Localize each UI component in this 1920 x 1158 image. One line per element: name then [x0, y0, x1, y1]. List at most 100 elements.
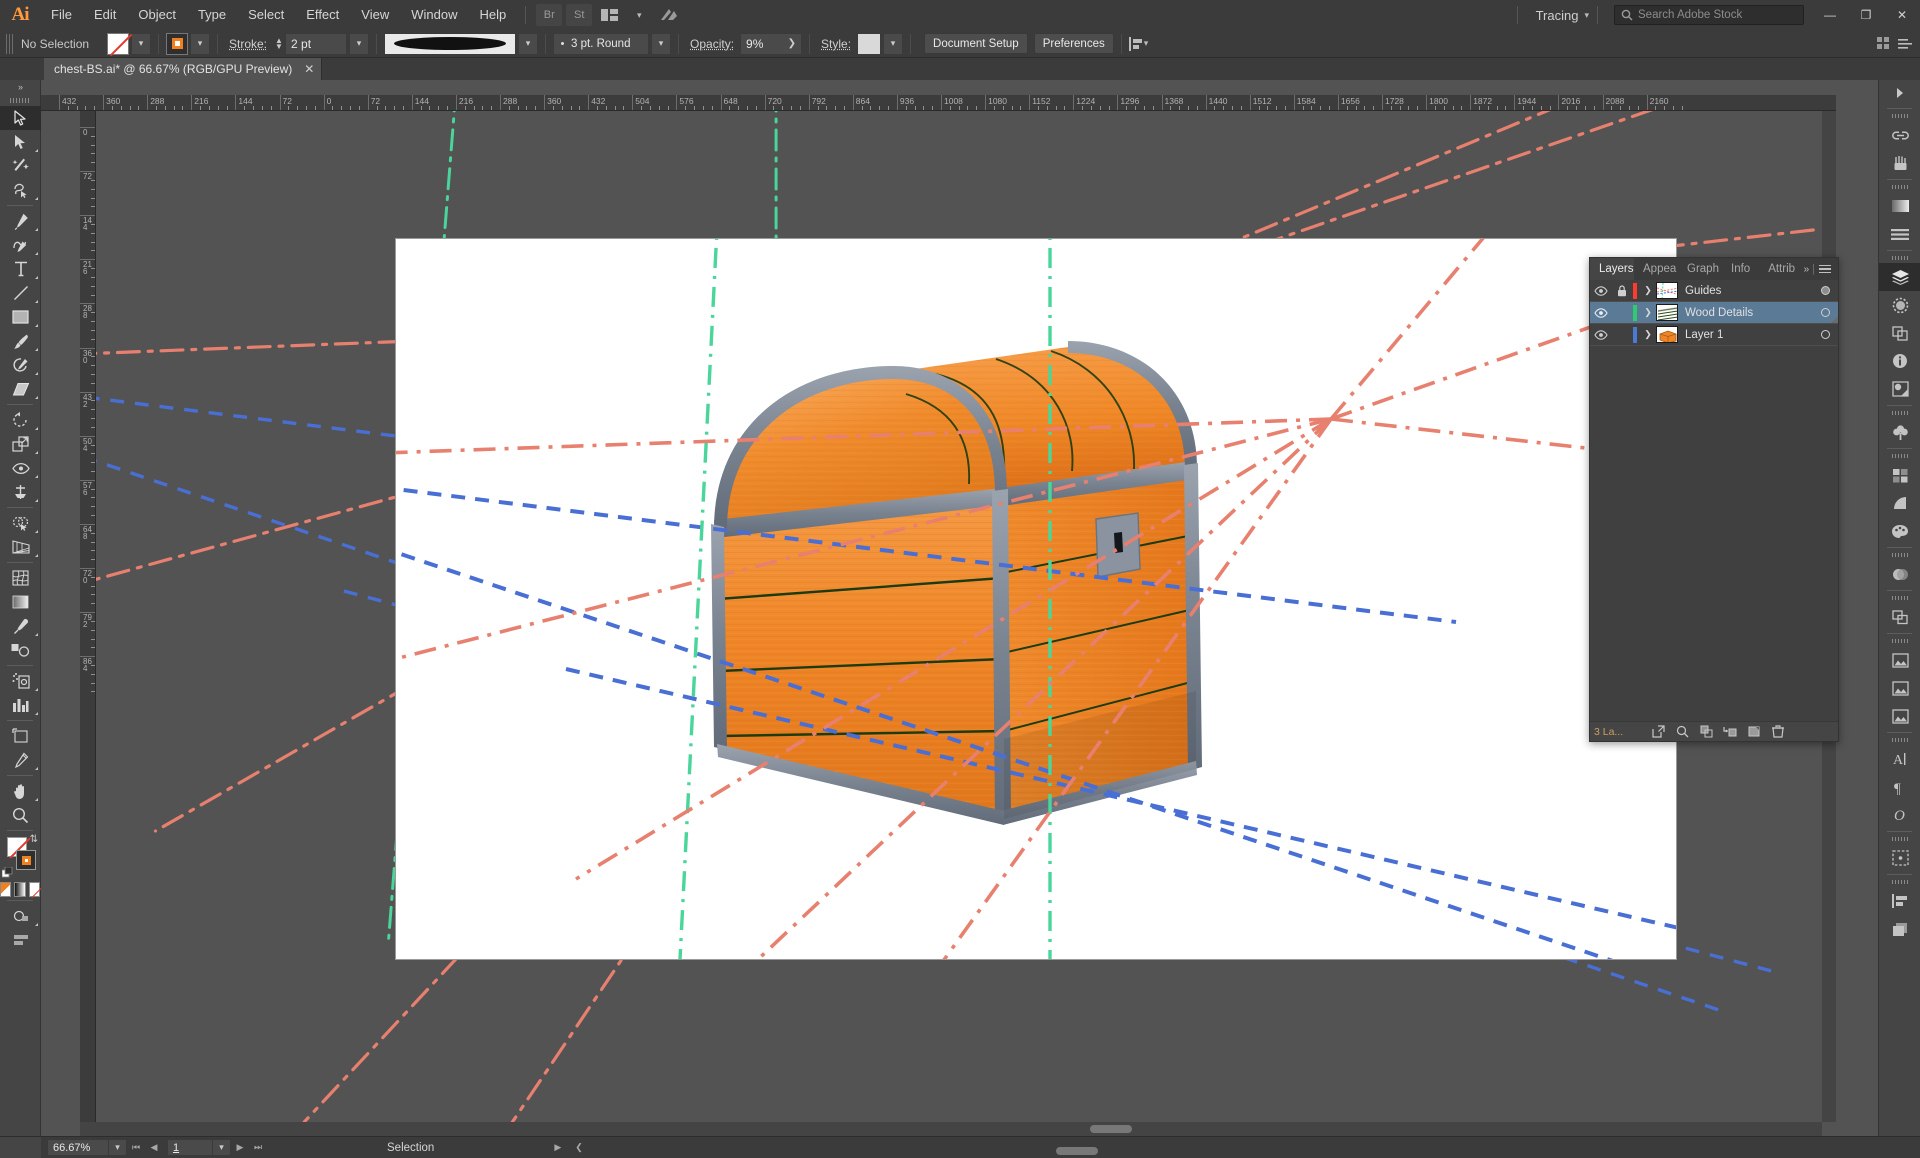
gradient-tool[interactable] — [0, 590, 41, 614]
horizontal-scrollbar[interactable] — [80, 1122, 1822, 1136]
align-icon[interactable] — [1879, 220, 1920, 248]
stroke-weight-dropdown-icon[interactable]: ▾ — [349, 32, 370, 55]
gradient-icon[interactable] — [1879, 192, 1920, 220]
menu-object[interactable]: Object — [127, 0, 187, 30]
dock-group-grip-8[interactable] — [1879, 636, 1920, 646]
layers-icon[interactable] — [1879, 263, 1920, 291]
dock-group-grip-11[interactable] — [1879, 877, 1920, 887]
graphic-styles-icon[interactable] — [1879, 603, 1920, 631]
release-to-layers-icon[interactable] — [1646, 723, 1670, 741]
status-scroll-thumb[interactable] — [1056, 1147, 1098, 1155]
opacity-input[interactable]: 9% ❯ — [740, 32, 803, 55]
line-segment-tool[interactable] — [0, 281, 41, 305]
tab-appearance[interactable]: Appea — [1634, 258, 1678, 280]
lasso-tool[interactable] — [0, 178, 41, 202]
rotate-tool[interactable] — [0, 408, 41, 432]
shaper-tool[interactable] — [0, 353, 41, 377]
color-button[interactable] — [0, 882, 12, 897]
brushes-icon[interactable] — [1879, 149, 1920, 177]
dock-group-grip-5[interactable] — [1879, 451, 1920, 461]
zoom-tool[interactable] — [0, 803, 41, 827]
menu-view[interactable]: View — [350, 0, 400, 30]
stroke-dropdown-icon[interactable]: ▾ — [190, 32, 210, 55]
tab-overflow-icon[interactable]: » — [1804, 264, 1809, 275]
layer-target-indicator[interactable] — [1812, 286, 1838, 295]
layer-row-guides[interactable]: ❯ Guides — [1590, 280, 1838, 302]
artboard-dropdown-icon[interactable]: ▾ — [213, 1139, 231, 1156]
fill-dropdown-icon[interactable]: ▾ — [131, 32, 151, 55]
layer-expand-icon[interactable]: ❯ — [1640, 329, 1656, 340]
artboard-tool[interactable] — [0, 724, 41, 748]
panel-menu-icon[interactable] — [1819, 264, 1831, 274]
symbols-icon[interactable] — [1879, 375, 1920, 403]
pen-tool[interactable] — [0, 209, 41, 233]
document-tab-close-icon[interactable]: ✕ — [304, 62, 314, 76]
tab-attributes[interactable]: Attrib — [1759, 258, 1803, 280]
dock-group-grip-9[interactable] — [1879, 735, 1920, 745]
eyedropper-tool[interactable] — [0, 614, 41, 638]
fill-stroke-control[interactable]: ⇅ — [0, 834, 41, 878]
dock-group-grip-2[interactable] — [1879, 182, 1920, 192]
fill-swatch[interactable] — [107, 32, 129, 55]
dock-group-grip-4[interactable] — [1879, 408, 1920, 418]
direct-selection-tool[interactable] — [0, 130, 41, 154]
align-panel-icon[interactable] — [1879, 887, 1920, 915]
character-icon[interactable]: A — [1879, 745, 1920, 773]
width-profile-dropdown-icon[interactable]: ▾ — [518, 32, 539, 55]
color-icon[interactable] — [1879, 517, 1920, 545]
info-icon[interactable] — [1879, 347, 1920, 375]
toolbar-collapse-button[interactable]: » — [0, 80, 40, 94]
color-guide-icon[interactable] — [1879, 489, 1920, 517]
tab-graphic-styles[interactable]: Graph — [1678, 258, 1722, 280]
eraser-tool[interactable] — [0, 377, 41, 401]
menu-help[interactable]: Help — [468, 0, 517, 30]
create-new-layer-icon[interactable] — [1742, 723, 1766, 741]
dock-group-grip-10[interactable] — [1879, 834, 1920, 844]
paragraph-icon[interactable]: ¶ — [1879, 773, 1920, 801]
status-expand-icon[interactable]: ▶ — [554, 1142, 561, 1153]
curvature-tool[interactable] — [0, 233, 41, 257]
align-control-icon[interactable] — [1128, 36, 1144, 51]
menu-select[interactable]: Select — [237, 0, 295, 30]
symbol-sprayer-tool[interactable] — [0, 669, 41, 693]
glyphs-icon[interactable]: O — [1879, 801, 1920, 829]
library-2-icon[interactable] — [1879, 674, 1920, 702]
document-tab[interactable]: chest-BS.ai* @ 66.67% (RGB/GPU Preview) … — [44, 58, 323, 80]
library-1-icon[interactable] — [1879, 646, 1920, 674]
layer-name[interactable]: Guides — [1685, 285, 1812, 297]
document-setup-button[interactable]: Document Setup — [924, 33, 1028, 54]
dock-group-grip-1[interactable] — [1879, 111, 1920, 121]
brush-dropdown-icon[interactable]: ▾ — [651, 32, 672, 55]
menu-window[interactable]: Window — [400, 0, 468, 30]
delete-selection-icon[interactable] — [1766, 723, 1790, 741]
transparency-icon[interactable] — [1879, 291, 1920, 319]
control-bar-grip[interactable] — [6, 33, 13, 54]
swatches-icon[interactable] — [1879, 461, 1920, 489]
workspace-switcher[interactable]: Tracing — [1526, 8, 1585, 23]
bridge-button[interactable]: Br — [536, 4, 563, 26]
paintbrush-tool[interactable] — [0, 329, 41, 353]
artboard-number-input[interactable]: 1 — [167, 1139, 213, 1156]
selection-tool[interactable] — [0, 106, 41, 130]
artboard[interactable] — [396, 239, 1676, 959]
vertical-ruler[interactable]: 0 72 144 216 288 360 432 504 576 648 720 792 864 — [80, 111, 96, 1136]
layer-name[interactable]: Wood Details — [1685, 307, 1812, 319]
swap-fill-stroke-icon[interactable]: ⇅ — [30, 834, 38, 845]
style-dropdown-icon[interactable]: ▾ — [883, 32, 904, 55]
column-graph-tool[interactable] — [0, 693, 41, 717]
hand-tool[interactable] — [0, 779, 41, 803]
mesh-tool[interactable] — [0, 566, 41, 590]
previous-artboard-button[interactable]: ◀ — [145, 1139, 163, 1157]
menu-effect[interactable]: Effect — [295, 0, 350, 30]
dock-group-grip-3[interactable] — [1879, 253, 1920, 263]
window-restore-button[interactable]: ❐ — [1848, 0, 1884, 30]
window-minimize-button[interactable]: — — [1812, 0, 1848, 30]
align-dropdown-icon[interactable]: ▾ — [1144, 38, 1149, 49]
menu-type[interactable]: Type — [187, 0, 237, 30]
visibility-toggle-icon[interactable] — [1590, 329, 1612, 340]
library-3-icon[interactable] — [1879, 702, 1920, 730]
dock-expand-button[interactable] — [1879, 80, 1920, 106]
layer-name[interactable]: Layer 1 — [1685, 329, 1812, 341]
none-button[interactable] — [28, 882, 40, 897]
tab-layers[interactable]: Layers — [1590, 258, 1634, 280]
